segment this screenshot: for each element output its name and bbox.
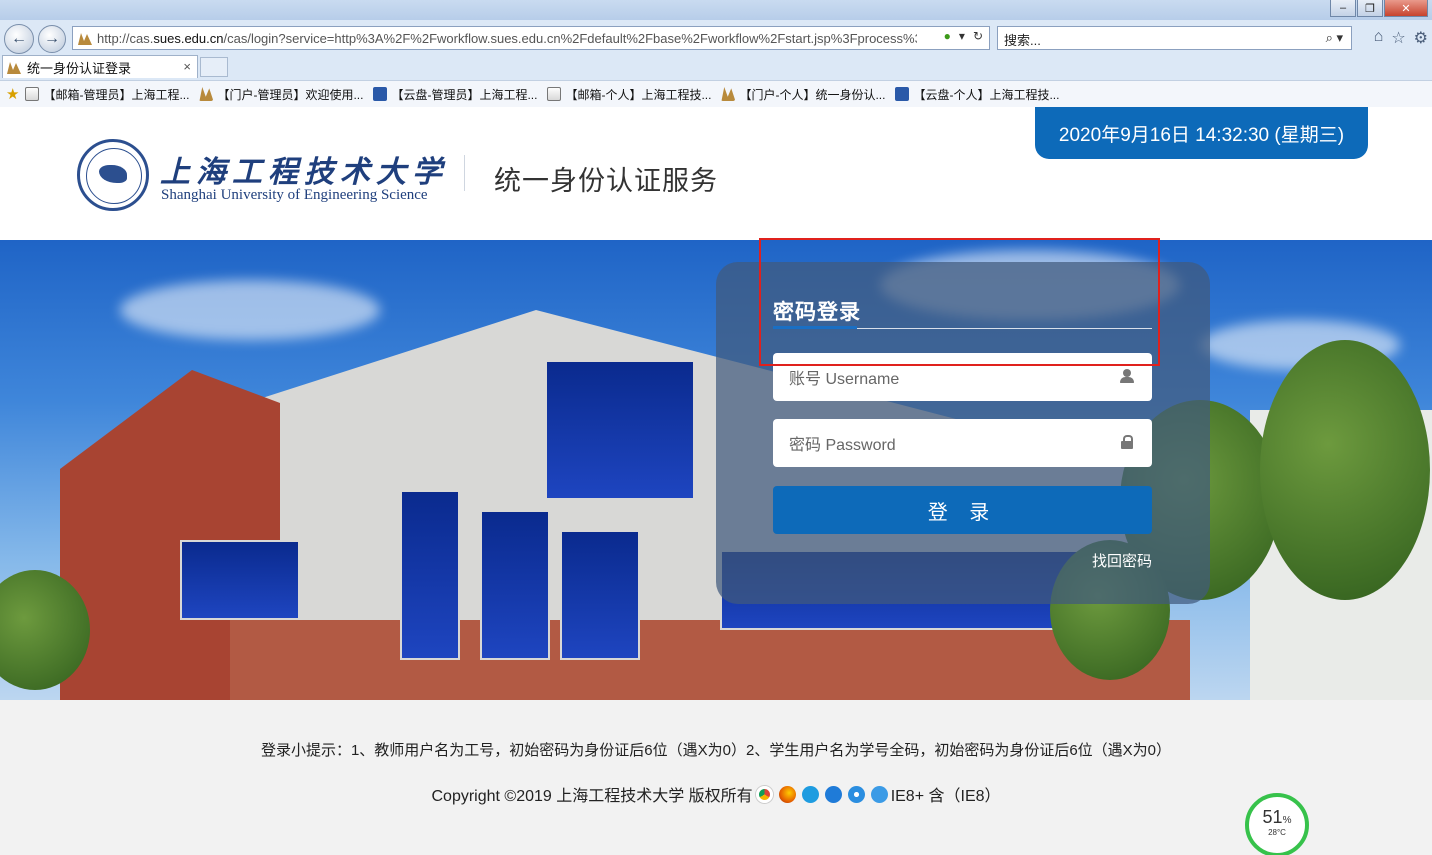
forward-button[interactable]: → [38, 25, 66, 53]
copyright-line: Copyright ©2019 上海工程技术大学 版权所有 IE8+ 含（IE8… [0, 782, 1432, 806]
credentials-highlight-box [759, 238, 1160, 366]
login-tip: 登录小提示：1、教师用户名为工号，初始密码为身份证后6位（遇X为0）2、学生用户… [260, 742, 1172, 759]
compat-view-icon[interactable]: ● [944, 29, 951, 43]
favorite-item[interactable]: 【云盘-个人】上海工程技... [895, 86, 1059, 103]
ie8-icon [870, 785, 888, 803]
page-header: 上海工程技术大学 Shanghai University of Engineer… [0, 107, 1432, 240]
new-tab-button[interactable] [200, 57, 228, 77]
tab-strip: 统一身份认证登录 × [0, 54, 1432, 78]
logo-english-name: Shanghai University of Engineering Scien… [161, 187, 428, 203]
username-placeholder: 账号 Username [789, 371, 900, 388]
back-button[interactable]: ← [4, 24, 34, 54]
home-icon[interactable]: ⌂ [1374, 28, 1384, 48]
password-input[interactable]: 密码 Password [773, 419, 1152, 467]
chrome-icon [755, 785, 773, 803]
ie-icon [824, 785, 842, 803]
browser-support-text: IE8+ 含（IE8） [890, 788, 1001, 805]
address-tools: ● ▾ ↻ [944, 29, 983, 43]
favorite-label: 【门户-个人】统一身份认... [739, 87, 886, 102]
page-footer: 登录小提示：1、教师用户名为工号，初始密码为身份证后6位（遇X为0）2、学生用户… [0, 700, 1432, 855]
firefox-icon [778, 785, 796, 803]
edge-icon [801, 785, 819, 803]
university-seal-icon [77, 139, 149, 211]
portal-icon [721, 87, 736, 101]
navigation-bar: ← → http://cas.sues.edu.cn/cas/login?ser… [0, 22, 1432, 54]
tab-active[interactable]: 统一身份认证登录 × [2, 55, 198, 78]
search-placeholder: 搜索... [1004, 33, 1041, 48]
close-window-button[interactable]: ✕ [1384, 0, 1428, 17]
copyright-text: Copyright ©2019 上海工程技术大学 版权所有 [431, 788, 753, 805]
password-placeholder: 密码 Password [789, 437, 896, 454]
favorites-star-icon[interactable]: ★ [6, 85, 19, 103]
favorite-label: 【云盘-个人】上海工程技... [913, 87, 1060, 102]
search-input[interactable]: 搜索... ⌕ ▾ [997, 26, 1352, 50]
login-button[interactable]: 登 录 [773, 486, 1152, 534]
tab-favicon-icon [7, 62, 21, 74]
cloud-icon [895, 87, 910, 101]
address-bar[interactable]: http://cas.sues.edu.cn/cas/login?service… [72, 26, 990, 50]
tab-title: 统一身份认证登录 [27, 60, 132, 76]
datetime-badge: 2020年9月16日 14:32:30 (星期三) [1035, 107, 1368, 159]
favorites-star-icon[interactable]: ☆ [1391, 28, 1405, 48]
safari-icon [847, 785, 865, 803]
address-url[interactable]: http://cas.sues.edu.cn/cas/login?service… [97, 31, 917, 46]
browser-toolbar-icons: ⌂ ☆ ⚙ [1374, 28, 1428, 48]
system-monitor-widget[interactable]: 51% 28°C [1245, 793, 1309, 855]
minimize-button[interactable]: – [1330, 0, 1356, 17]
logo-chinese-name: 上海工程技术大学 [160, 155, 448, 190]
refresh-icon[interactable]: ↻ [973, 29, 983, 43]
favorite-label: 【邮箱-管理员】上海工程... [43, 87, 190, 102]
user-icon [1120, 369, 1134, 383]
mail-icon [547, 87, 562, 101]
favorite-label: 【邮箱-个人】上海工程技... [565, 87, 712, 102]
lock-icon [1120, 435, 1134, 449]
mail-icon [25, 87, 40, 101]
cloud-icon [373, 87, 388, 101]
search-icon[interactable]: ⌕ ▾ [1326, 30, 1343, 46]
forgot-password-link[interactable]: 找回密码 [1092, 550, 1152, 571]
favorite-item[interactable]: 【邮箱-管理员】上海工程... [25, 86, 189, 103]
favorites-bar: ★ 【邮箱-管理员】上海工程... 【门户-管理员】欢迎使用... 【云盘-管理… [0, 80, 1432, 107]
favorite-item[interactable]: 【门户-个人】统一身份认... [721, 86, 885, 103]
window-controls: – ❐ ✕ [1330, 0, 1428, 17]
favorite-item[interactable]: 【邮箱-个人】上海工程技... [547, 86, 711, 103]
window-titlebar: – ❐ ✕ [0, 0, 1432, 20]
favorite-label: 【云盘-管理员】上海工程... [391, 87, 538, 102]
favorite-label: 【门户-管理员】欢迎使用... [217, 87, 364, 102]
address-dropdown-icon[interactable]: ▾ [959, 29, 965, 43]
back-arrow-icon: ← [11, 30, 27, 47]
widget-temperature: 28°C [1268, 828, 1286, 837]
web-page: 上海工程技术大学 Shanghai University of Engineer… [0, 107, 1432, 855]
widget-percent: 51% [1262, 807, 1292, 827]
forward-arrow-icon: → [44, 30, 60, 47]
portal-icon [199, 87, 214, 101]
maximize-button[interactable]: ❐ [1357, 0, 1383, 17]
tab-close-icon[interactable]: × [183, 59, 191, 74]
browser-chrome: – ❐ ✕ ← → http://cas.sues.edu.cn/cas/log… [0, 0, 1432, 107]
favorite-item[interactable]: 【云盘-管理员】上海工程... [373, 86, 537, 103]
settings-gear-icon[interactable]: ⚙ [1414, 28, 1428, 48]
site-favicon-icon [78, 33, 92, 45]
header-divider [464, 155, 465, 191]
service-title: 统一身份认证服务 [494, 166, 718, 196]
favorite-item[interactable]: 【门户-管理员】欢迎使用... [199, 86, 363, 103]
